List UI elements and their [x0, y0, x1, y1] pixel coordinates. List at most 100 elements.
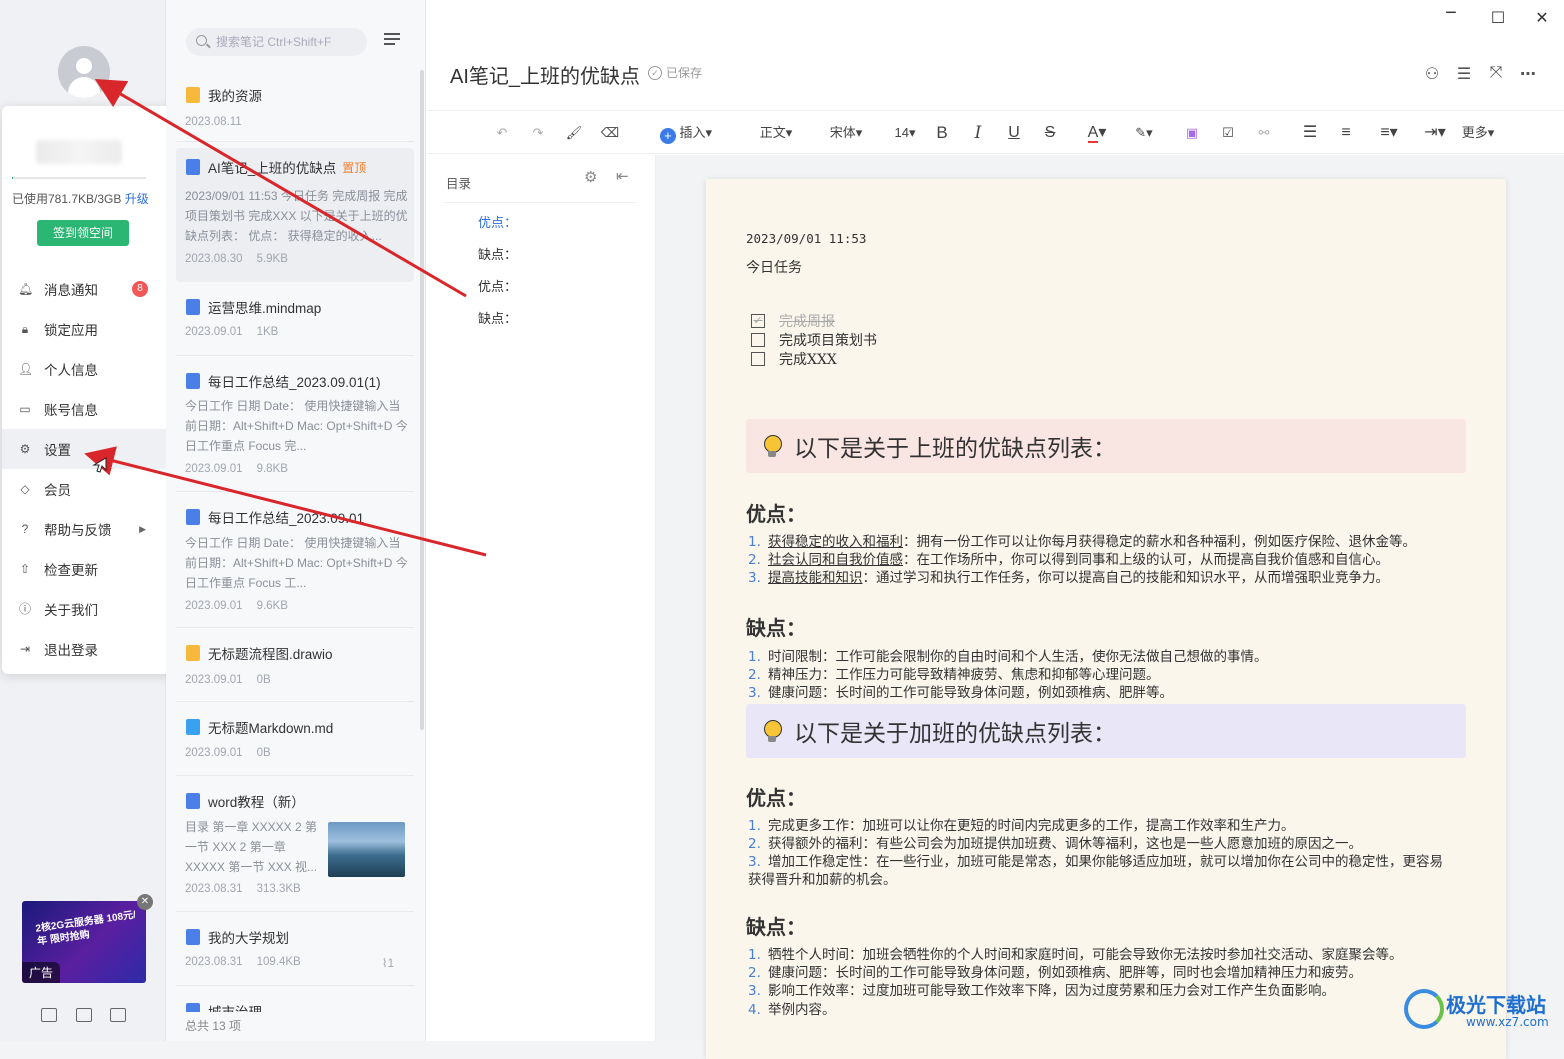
layout-two-column-icon[interactable]: [76, 1008, 92, 1022]
maximize-icon[interactable]: ☐: [1488, 8, 1508, 28]
diamond-icon: ◇: [20, 482, 30, 496]
ai-icon[interactable]: ▣: [1182, 123, 1202, 143]
gear-icon: ⚙: [19, 442, 31, 456]
note-item[interactable]: 城市治理: [176, 992, 414, 1012]
paragraph-style-select[interactable]: 正文▾: [756, 123, 796, 143]
note-count: 总共 13 项: [185, 1019, 242, 1033]
underline-icon[interactable]: U: [1004, 123, 1024, 143]
strikethrough-icon[interactable]: S: [1040, 123, 1060, 143]
sign-in-reward-button[interactable]: 签到领空间: [37, 220, 129, 246]
checkbox-list-icon[interactable]: ☑: [1218, 123, 1238, 143]
toc-item[interactable]: 缺点：: [478, 308, 517, 327]
numbered-list-icon[interactable]: ≡: [1336, 123, 1356, 143]
layout-single-column-icon[interactable]: [110, 1008, 126, 1022]
list-item: 3. 健康问题：长时间的工作可能导致身体问题，例如颈椎病、肥胖等。: [748, 685, 1173, 701]
list-item: 2. 健康问题：长时间的工作可能导致身体问题，例如颈椎病、肥胖等，同时也会增加精神…: [748, 965, 1362, 981]
checkbox-icon[interactable]: [751, 333, 765, 347]
task-item[interactable]: ✓ 完成周报: [751, 311, 835, 331]
redo-icon[interactable]: ↷: [528, 123, 548, 143]
note-list-scrollbar[interactable]: [420, 70, 424, 730]
toc-title: 目录: [446, 177, 472, 191]
mindmap-icon: [186, 299, 200, 315]
lightbulb-icon: [764, 435, 782, 457]
font-size-select[interactable]: 14▾: [892, 123, 918, 143]
more-tools-menu[interactable]: 更多▾: [1458, 123, 1498, 143]
logout-icon: ⇥: [19, 642, 31, 656]
bold-icon[interactable]: B: [932, 123, 952, 143]
note-item[interactable]: 运营思维.mindmap 2023.09.01 1KB: [176, 288, 414, 356]
note-item[interactable]: 我的资源 2023.08.11: [176, 76, 414, 142]
menu-item-check-update[interactable]: ⇧ 检查更新: [2, 549, 172, 589]
note-title[interactable]: AI笔记_上班的优缺点: [450, 60, 640, 89]
eraser-icon[interactable]: ⌫: [600, 123, 620, 143]
note-item[interactable]: 每日工作总结_2023.09.01(1) 今日工作 日期 Date： 使用快捷键…: [176, 362, 414, 492]
toc-item[interactable]: 缺点：: [478, 244, 517, 263]
note-item[interactable]: 无标题Markdown.md 2023.09.01 0B: [176, 708, 414, 776]
font-color-icon[interactable]: A▾: [1082, 123, 1112, 143]
task-item[interactable]: 完成项目策划书: [751, 330, 877, 350]
search-icon: [196, 35, 207, 46]
menu-item-account[interactable]: ▭ 账号信息: [2, 389, 172, 429]
menu-item-settings[interactable]: ⚙ 设置: [2, 429, 172, 469]
user-menu-popup: 已使用781.7KB/3GB 升级 签到领空间 🔔︎ 消息通知 8 🔒︎ 锁定应用 👤…: [2, 106, 172, 674]
menu-item-profile[interactable]: 👤︎ 个人信息: [2, 349, 172, 389]
drawio-icon: [186, 645, 200, 661]
task-item[interactable]: 完成XXX: [751, 349, 837, 369]
note-item-selected[interactable]: AI笔记_上班的优缺点 置顶 2023/09/01 11:53 今日任务 完成周报…: [176, 148, 414, 282]
menu-item-membership[interactable]: ◇ 会员: [2, 469, 172, 509]
person-icon: 👤︎: [18, 362, 34, 376]
heading-cons: 缺点：: [746, 915, 806, 939]
attachment-count: ⌇1: [382, 958, 395, 970]
list-item: 1. 牺牲个人时间：加班会牺牲你的个人时间和家庭时间，可能会导致你无法按时参加社交…: [748, 947, 1403, 963]
mindmap-view-icon[interactable]: ⤧: [1486, 64, 1506, 82]
toc-settings-icon[interactable]: ⚙: [584, 168, 597, 186]
avatar[interactable]: [58, 46, 110, 98]
plus-icon: +: [659, 128, 676, 144]
note-item[interactable]: 每日工作总结_2023.09.01 今日工作 日期 Date： 使用快捷键输入当…: [176, 498, 414, 628]
menu-item-lock-app[interactable]: 🔒︎ 锁定应用: [2, 309, 172, 349]
checkbox-icon[interactable]: [751, 352, 765, 366]
align-icon[interactable]: ≡▾: [1372, 123, 1406, 143]
insert-menu[interactable]: + 插入▾: [656, 123, 716, 144]
toc-item[interactable]: 优点：: [478, 276, 517, 295]
menu-item-help[interactable]: ? 帮助与反馈 ▶: [2, 509, 172, 549]
link-icon[interactable]: ⚯: [1254, 123, 1274, 143]
saved-status: ✓ 已保存: [648, 64, 702, 81]
undo-icon[interactable]: ↶: [492, 123, 512, 143]
ad-close-icon[interactable]: ✕: [137, 894, 153, 910]
doc-icon: [186, 509, 200, 525]
toc-item[interactable]: 优点：: [478, 212, 517, 231]
bell-icon: 🔔︎: [18, 282, 34, 296]
close-icon[interactable]: ✕: [1532, 8, 1552, 28]
layout-three-column-icon[interactable]: [41, 1008, 57, 1022]
share-user-icon[interactable]: ⚇: [1422, 64, 1442, 83]
bullet-list-icon[interactable]: ☰: [1300, 123, 1320, 143]
menu-item-logout[interactable]: ⇥ 退出登录: [2, 629, 172, 669]
ad-banner[interactable]: 2核2G云服务器 108元/年 限时抢购 广告: [22, 901, 146, 983]
note-item[interactable]: word教程（新） 目录 第一章 XXXXX 2 第一节 XXX 2 第一章 X…: [176, 782, 414, 912]
document-page[interactable]: 2023/09/01 11:53 今日任务 ✓ 完成周报 完成项目策划书 完成XX…: [706, 179, 1506, 1059]
minimize-icon[interactable]: −: [1441, 2, 1461, 24]
sort-menu-icon[interactable]: [384, 33, 400, 47]
note-item[interactable]: 我的大学规划 2023.08.31 109.4KB ⌇1: [176, 918, 414, 986]
heading-pros: 优点：: [746, 502, 806, 526]
toc-collapse-icon[interactable]: ⇤: [616, 167, 629, 185]
font-family-select[interactable]: 宋体▾: [826, 123, 866, 143]
find-replace-icon[interactable]: ☰: [1454, 64, 1474, 83]
format-painter-icon[interactable]: 🖌︎: [564, 123, 584, 143]
italic-icon[interactable]: I: [968, 123, 988, 143]
search-input[interactable]: 搜索笔记 Ctrl+Shift+F: [186, 28, 367, 56]
highlight-icon[interactable]: ✎▾: [1126, 123, 1162, 143]
checkbox-checked-icon[interactable]: ✓: [751, 314, 765, 328]
list-item: 2. 获得额外的福利：有些公司会为加班提供加班费、调休等福利，这也是一些人愿意加班…: [748, 836, 1362, 852]
note-item[interactable]: 无标题流程图.drawio 2023.09.01 0B: [176, 634, 414, 702]
more-options-icon[interactable]: ⋯: [1518, 64, 1538, 83]
indent-icon[interactable]: ⇥▾: [1418, 123, 1452, 143]
upgrade-link[interactable]: 升级: [125, 192, 149, 206]
lock-icon: 🔒︎: [21, 322, 29, 336]
menu-item-notifications[interactable]: 🔔︎ 消息通知 8: [2, 269, 172, 309]
doc-today-heading: 今日任务: [746, 260, 802, 276]
list-item: 1. 时间限制：工作可能会限制你的自由时间和个人生活，使你无法做自己想做的事情。: [748, 649, 1268, 665]
menu-item-about[interactable]: ⓘ 关于我们: [2, 589, 172, 629]
doc-icon: [186, 373, 200, 389]
